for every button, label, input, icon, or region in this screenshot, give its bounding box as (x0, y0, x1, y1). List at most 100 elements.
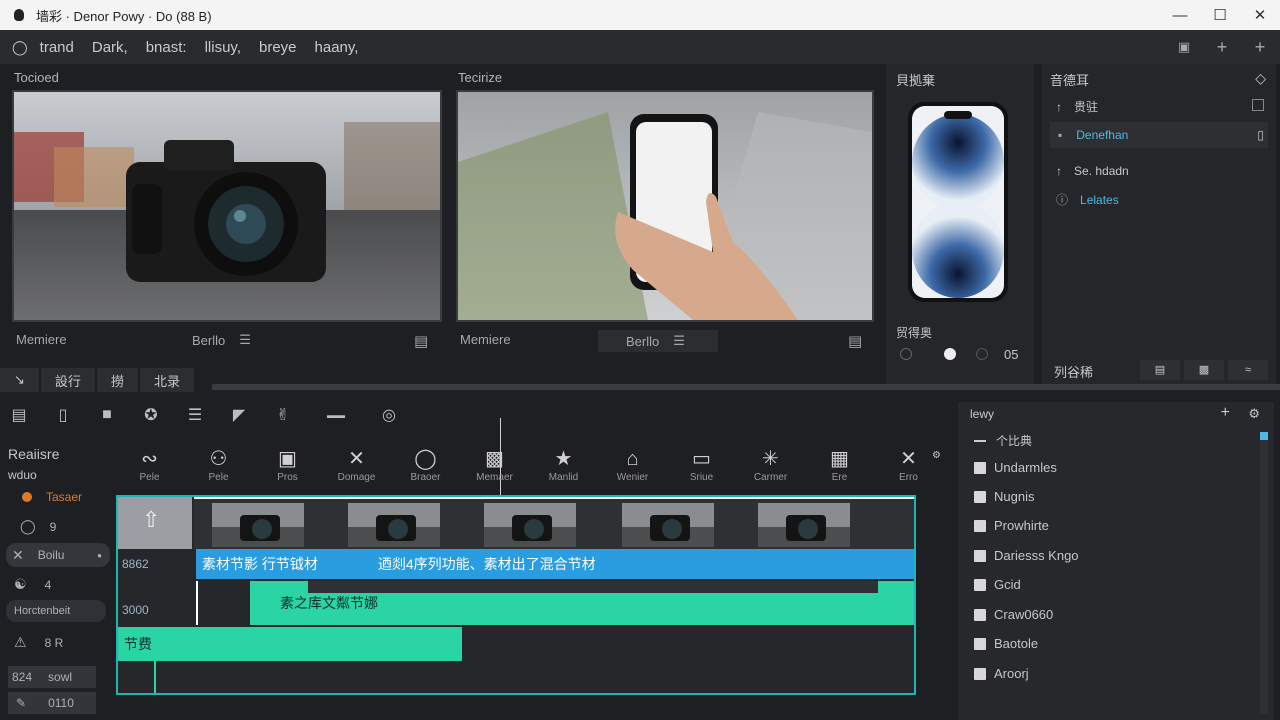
checkbox[interactable] (974, 490, 986, 503)
library-settings-icon[interactable]: ⚙ (1248, 406, 1260, 422)
tab-3[interactable]: 北录 (139, 368, 194, 392)
library-item-3[interactable]: Prowhirte (974, 518, 1049, 533)
track-header-5[interactable]: Horctenbeit (6, 600, 106, 622)
footer-button-1[interactable]: ▤ (1140, 360, 1180, 380)
property-toggle-icon[interactable]: ▯ (1257, 128, 1264, 142)
source-preview[interactable] (12, 90, 442, 322)
record-icon[interactable]: ◎ (378, 405, 400, 425)
phone-product-image[interactable] (908, 102, 1008, 302)
diamond-icon[interactable]: ◇ (1255, 70, 1266, 87)
footer-button-3[interactable]: ≈ (1228, 360, 1268, 380)
program-preview[interactable] (456, 90, 874, 322)
checkbox[interactable] (974, 461, 986, 474)
list-icon[interactable]: ☰ (184, 405, 206, 425)
menu-item-1[interactable]: trand (40, 39, 74, 56)
split-icon[interactable]: ▯ (52, 405, 74, 425)
menu-item-6[interactable]: haany, (315, 39, 359, 56)
add-icon[interactable]: + (1210, 37, 1234, 58)
pin-icon[interactable]: ✪ (140, 405, 162, 425)
tab-1[interactable]: 設行 (40, 368, 95, 392)
fx-button-11[interactable]: ▦ Ere (805, 446, 874, 492)
maximize-button[interactable]: ☐ (1200, 0, 1240, 30)
menu-item-4[interactable]: llisuy, (205, 39, 241, 56)
fx-button-3[interactable]: ▣ Pros (253, 446, 322, 492)
source-export-icon[interactable]: ▤ (414, 332, 428, 350)
search-icon[interactable]: ◯ (12, 39, 28, 56)
property-item-4[interactable]: ⓘ Lelates (1056, 191, 1119, 208)
checkbox[interactable] (974, 667, 986, 680)
menu-item-3[interactable]: bnast: (146, 39, 187, 56)
shape-icon[interactable]: ◤ (228, 405, 250, 425)
close-icon: ✕ (12, 546, 24, 563)
checkbox[interactable] (974, 608, 986, 621)
panel-divider[interactable] (212, 384, 1280, 390)
program-export-icon[interactable]: ▤ (848, 332, 862, 350)
stop-icon[interactable]: ■ (96, 406, 118, 424)
menu-item-2[interactable]: Dark, (92, 39, 128, 56)
library-item-1[interactable]: Undarmles (974, 460, 1057, 475)
track-header-3[interactable]: ✕ Boilu ● (6, 543, 110, 567)
property-item-1[interactable]: ↑ 贵驻 (1056, 98, 1098, 115)
library-item-2[interactable]: Nugnis (974, 489, 1034, 504)
settings-icon[interactable]: ⚙ (932, 450, 941, 461)
layers-icon[interactable]: ▤ (8, 405, 30, 425)
program-format[interactable]: Berllo ☰ (598, 330, 718, 352)
blue-clip[interactable]: 素材节影 行节钺材 迺剡4序列功能、素材出了混合节材 (196, 549, 914, 579)
radio-option-3[interactable] (976, 348, 988, 360)
track-header-8[interactable]: ✎ 0110 (8, 692, 96, 714)
radio-option-2[interactable] (944, 348, 956, 360)
scroll-up-arrow[interactable] (1260, 432, 1268, 440)
library-item-7[interactable]: Baotole (974, 636, 1038, 651)
footer-button-2[interactable]: ▩ (1184, 360, 1224, 380)
screen-icon: ▭ (692, 448, 711, 470)
zoom-slider[interactable]: ▬▬ (316, 410, 356, 420)
menu-item-5[interactable]: breye (259, 39, 297, 56)
close-button[interactable]: ✕ (1240, 0, 1280, 30)
track-color-dot (22, 492, 32, 502)
property-item-2[interactable]: ▪ Denefhan (1050, 122, 1268, 148)
property-checkbox-1[interactable] (1252, 99, 1264, 111)
video-track[interactable] (194, 497, 914, 549)
add-track-icon[interactable]: + (1248, 37, 1272, 58)
minimize-button[interactable]: — (1160, 0, 1200, 30)
hand-icon[interactable]: ✌ (272, 405, 294, 425)
checkbox[interactable] (974, 637, 986, 650)
checkbox[interactable] (974, 578, 986, 591)
library-item-8[interactable]: Aroorj (974, 666, 1029, 681)
property-item-3[interactable]: ↑ Se. hdadn (1056, 164, 1129, 178)
library-item-6[interactable]: Craw0660 (974, 607, 1053, 622)
pen-icon: ✎ (16, 696, 27, 710)
tab-tool-icon[interactable]: ↘ (0, 368, 39, 392)
track-header-6[interactable]: ⚠ 8 R (14, 634, 126, 651)
fx-button-10[interactable]: ✳ Carmer (736, 446, 805, 492)
tab-2[interactable]: 撈 (96, 368, 138, 392)
library-item-4[interactable]: Dariesss Kngo (974, 548, 1079, 563)
track-header-7[interactable]: 824 sowl (8, 666, 96, 688)
library-scrollbar[interactable] (1260, 432, 1268, 714)
track-thumbnail[interactable]: ⇧ (118, 497, 192, 549)
green-clip-2[interactable]: 节费 (118, 627, 462, 661)
fx-button-4[interactable]: ✕ Domage (322, 446, 391, 492)
checkbox[interactable] (974, 519, 986, 532)
property-item-label: Se. hdadn (1074, 164, 1129, 178)
source-format[interactable]: Berllo ☰ (192, 332, 251, 348)
fx-button-7[interactable]: ★ Manlid (529, 446, 598, 492)
fx-button-9[interactable]: ▭ Sriue (667, 446, 736, 492)
radio-option-1[interactable] (900, 348, 912, 360)
fx-button-1[interactable]: ∾ Pele (115, 446, 184, 492)
fx-label: Erro (899, 472, 918, 483)
checkbox[interactable] (974, 549, 986, 562)
panel-icon[interactable]: ▣ (1172, 39, 1196, 55)
inspector-section-title: 贸得奥 (896, 326, 933, 340)
fx-button-8[interactable]: ⌂ Wenier (598, 446, 667, 492)
library-item-5[interactable]: Gcid (974, 577, 1021, 592)
library-group[interactable]: 个比典 (974, 432, 1032, 449)
fx-button-5[interactable]: ◯ Braoer (391, 446, 460, 492)
library-item-label: Undarmles (994, 460, 1057, 475)
library-add-icon[interactable]: + (1221, 404, 1230, 422)
fx-button-6[interactable]: ▩ Memaer (460, 446, 529, 492)
track-header-4[interactable]: ☯ 4 (14, 576, 126, 593)
timeline-canvas[interactable]: ⇧ 8862 素材节影 行节钺材 迺剡4序列功能、素材出了混合节材 3000 素… (116, 495, 916, 695)
timeline-toolbar: ▤ ▯ ■ ✪ ☰ ◤ ✌ ▬▬ ◎ (0, 398, 950, 432)
fx-button-2[interactable]: ⚇ Pele (184, 446, 253, 492)
